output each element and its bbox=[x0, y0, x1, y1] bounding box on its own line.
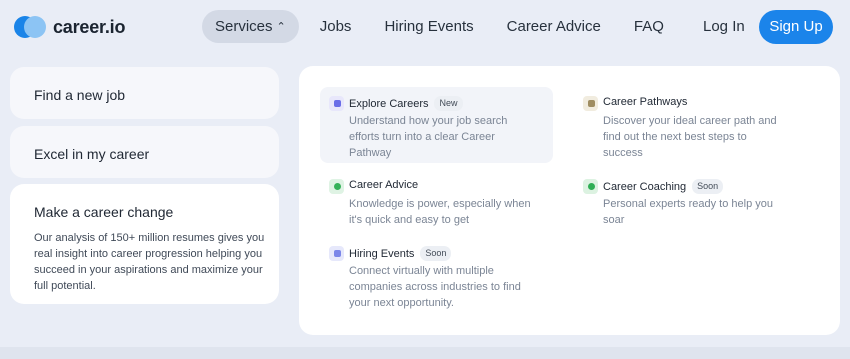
hiring-events-icon bbox=[329, 246, 344, 261]
nav-item-hiring-events[interactable]: Hiring Events bbox=[372, 10, 485, 43]
menu-card-find-new-job[interactable]: Find a new job bbox=[10, 67, 279, 119]
career-pathways-icon bbox=[583, 96, 598, 111]
service-item-title: Career Pathways bbox=[603, 96, 688, 108]
career-coaching-icon bbox=[583, 179, 598, 194]
service-item-title-row: Career Coaching Soon bbox=[603, 179, 724, 194]
new-badge: New bbox=[434, 96, 463, 111]
service-item-description: Understand how your job search efforts t… bbox=[349, 115, 508, 159]
service-item-description: Connect virtually with multiple companie… bbox=[349, 265, 521, 309]
nav-item-career-advice[interactable]: Career Advice bbox=[495, 10, 613, 43]
nav-item-label: Hiring Events bbox=[384, 18, 474, 35]
service-item-title: Career Advice bbox=[349, 179, 419, 191]
service-item-hiring-events[interactable]: Hiring Events Soon Connect virtually wit… bbox=[320, 237, 553, 313]
nav-item-jobs[interactable]: Jobs bbox=[308, 10, 364, 43]
service-item-description: Knowledge is power, especially when it's… bbox=[349, 198, 531, 226]
menu-card-title: Make a career change bbox=[34, 204, 174, 220]
nav-item-services[interactable]: Services ⌃ bbox=[202, 10, 299, 43]
service-item-title: Career Coaching bbox=[603, 180, 687, 193]
career-advice-icon bbox=[329, 179, 344, 194]
signup-button[interactable]: Sign Up bbox=[759, 10, 833, 44]
nav-item-label: FAQ bbox=[633, 18, 664, 35]
logo-mark-icon bbox=[14, 15, 46, 39]
service-item-title: Hiring Events bbox=[349, 247, 415, 260]
nav-item-label: Services bbox=[215, 18, 273, 35]
login-link[interactable]: Log In bbox=[703, 10, 745, 43]
logo[interactable]: career.io bbox=[14, 15, 125, 39]
page-backdrop-strip bbox=[0, 347, 850, 359]
main-nav: Services ⌃ Jobs Hiring Events Career Advi… bbox=[202, 10, 685, 43]
service-item-description: Discover your ideal career path and find… bbox=[603, 115, 777, 159]
service-item-career-pathways[interactable]: Career Pathways Discover your ideal care… bbox=[574, 87, 807, 163]
logo-text: career.io bbox=[53, 16, 126, 37]
menu-card-description: Our analysis of 150+ million resumes giv… bbox=[34, 232, 265, 292]
service-item-title-row: Hiring Events Soon bbox=[349, 246, 452, 261]
menu-card-title: Excel in my career bbox=[34, 146, 150, 162]
service-item-description: Personal experts ready to help you soar bbox=[603, 198, 773, 226]
service-item-career-advice[interactable]: Career Advice Knowledge is power, especi… bbox=[320, 170, 553, 230]
explore-careers-icon bbox=[329, 96, 344, 111]
top-navbar: career.io Services ⌃ Jobs Hiring Events C… bbox=[0, 0, 850, 54]
service-item-explore-careers[interactable]: Explore Careers New Understand how your … bbox=[320, 87, 553, 163]
menu-card-excel-career[interactable]: Excel in my career bbox=[10, 126, 279, 178]
nav-item-faq[interactable]: FAQ bbox=[622, 10, 676, 43]
soon-badge: Soon bbox=[692, 179, 724, 194]
menu-card-title: Find a new job bbox=[34, 87, 126, 103]
service-item-career-coaching[interactable]: Career Coaching Soon Personal experts re… bbox=[574, 170, 807, 230]
menu-card-career-change[interactable]: Make a career change Our analysis of 150… bbox=[10, 184, 279, 304]
service-item-title: Explore Careers bbox=[349, 97, 429, 110]
nav-item-label: Jobs bbox=[319, 18, 352, 35]
chevron-up-icon: ⌃ bbox=[276, 21, 286, 33]
service-item-title-row: Explore Careers New bbox=[349, 96, 463, 111]
nav-item-label: Career Advice bbox=[506, 18, 601, 35]
soon-badge: Soon bbox=[420, 246, 452, 261]
services-dropdown-panel: Explore Careers New Understand how your … bbox=[299, 66, 840, 335]
